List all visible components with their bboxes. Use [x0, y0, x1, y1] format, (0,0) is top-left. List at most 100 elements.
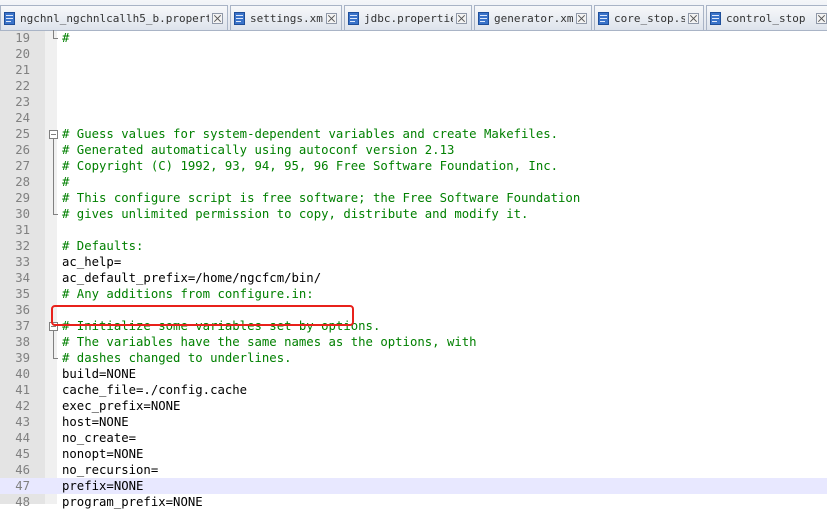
code-line[interactable]: 20: [0, 46, 827, 62]
tab-file-3[interactable]: generator.xml: [474, 5, 592, 30]
code-line[interactable]: 42 exec_prefix=NONE: [0, 398, 827, 414]
code-line[interactable]: 46 no_recursion=: [0, 462, 827, 478]
fold-line-icon: [47, 350, 58, 366]
file-icon: [348, 11, 359, 25]
line-number: 45: [15, 447, 30, 461]
line-number: 46: [15, 463, 30, 477]
code-text[interactable]: # gives unlimited permission to copy, di…: [62, 206, 528, 222]
code-text[interactable]: build=NONE: [62, 366, 136, 382]
code-line[interactable]: 40 build=NONE: [0, 366, 827, 382]
code-text[interactable]: # Generated automatically using autoconf…: [62, 142, 454, 158]
code-line[interactable]: 30 # gives unlimited permission to copy, …: [0, 206, 827, 222]
tab-file-4[interactable]: core_stop.sh: [594, 5, 704, 30]
code-text[interactable]: # Defaults:: [62, 238, 143, 254]
line-number: 42: [15, 399, 30, 413]
fold-line-icon: [47, 190, 58, 206]
code-line[interactable]: 22: [0, 78, 827, 94]
code-line[interactable]: 23: [0, 94, 827, 110]
code-line[interactable]: 43 host=NONE: [0, 414, 827, 430]
code-line[interactable]: 26 # Generated automatically using autoco…: [0, 142, 827, 158]
code-text[interactable]: ac_default_prefix=/home/ngcfcm/bin/: [62, 270, 321, 286]
line-number: 36: [15, 303, 30, 317]
code-editor[interactable]: 19 #20 21 22 23 24 25 # Guess values for system…: [0, 30, 827, 509]
line-number: 47: [15, 479, 30, 493]
tab-label: control_stop .sh: [726, 11, 813, 25]
code-line[interactable]: 25 # Guess values for system-dependent va…: [0, 126, 827, 142]
code-line[interactable]: 35 # Any additions from configure.in:: [0, 286, 827, 302]
code-text[interactable]: #: [62, 30, 69, 46]
code-text[interactable]: #: [62, 174, 69, 190]
tab-file-2[interactable]: jdbc.properties: [344, 5, 472, 30]
code-line[interactable]: 34 ac_default_prefix=/home/ngcfcm/bin/: [0, 270, 827, 286]
code-line[interactable]: 48 program_prefix=NONE: [0, 494, 827, 510]
close-icon[interactable]: [326, 12, 337, 24]
line-number: 32: [15, 239, 30, 253]
code-text[interactable]: prefix=NONE: [62, 478, 143, 494]
code-text[interactable]: host=NONE: [62, 414, 129, 430]
tab-file-0[interactable]: ngchnl_ngchnlcallh5_b.properties: [0, 5, 228, 30]
fold-line-icon: [47, 142, 58, 158]
code-line[interactable]: 27 # Copyright (C) 1992, 93, 94, 95, 96 F…: [0, 158, 827, 174]
code-text[interactable]: cache_file=./config.cache: [62, 382, 247, 398]
line-number: 33: [15, 255, 30, 269]
fold-line-icon: [47, 30, 58, 46]
fold-line-icon: [47, 206, 58, 222]
code-text[interactable]: no_create=: [62, 430, 136, 446]
fold-toggle-icon[interactable]: [47, 126, 58, 142]
close-icon[interactable]: [576, 12, 587, 24]
code-line[interactable]: 19 #: [0, 30, 827, 46]
tab-label: core_stop.sh: [614, 11, 685, 25]
code-text[interactable]: program_prefix=NONE: [62, 494, 203, 510]
code-text[interactable]: # Any additions from configure.in:: [62, 286, 314, 302]
code-line[interactable]: 24: [0, 110, 827, 126]
code-line[interactable]: 45 nonopt=NONE: [0, 446, 827, 462]
close-icon[interactable]: [816, 12, 827, 24]
line-number: 21: [15, 63, 30, 77]
tab-file-5[interactable]: control_stop .sh: [706, 5, 827, 30]
fold-line-icon: [47, 174, 58, 190]
tab-label: ngchnl_ngchnlcallh5_b.properties: [20, 11, 209, 25]
code-text[interactable]: # The variables have the same names as t…: [62, 334, 477, 350]
close-icon[interactable]: [688, 12, 699, 24]
code-line[interactable]: 39 # dashes changed to underlines.: [0, 350, 827, 366]
file-icon: [478, 11, 489, 25]
code-text[interactable]: # dashes changed to underlines.: [62, 350, 292, 366]
code-line[interactable]: 47 prefix=NONE: [0, 478, 827, 494]
code-text[interactable]: # This configure script is free software…: [62, 190, 580, 206]
code-text[interactable]: nonopt=NONE: [62, 446, 143, 462]
line-number: 20: [15, 47, 30, 61]
fold-line-icon: [47, 334, 58, 350]
line-number: 43: [15, 415, 30, 429]
code-text[interactable]: ac_help=: [62, 254, 121, 270]
line-number: 41: [15, 383, 30, 397]
code-line[interactable]: 41 cache_file=./config.cache: [0, 382, 827, 398]
code-text[interactable]: exec_prefix=NONE: [62, 398, 180, 414]
code-line[interactable]: 28 #: [0, 174, 827, 190]
code-text[interactable]: # Copyright (C) 1992, 93, 94, 95, 96 Fre…: [62, 158, 558, 174]
tab-label: jdbc.properties: [364, 11, 453, 25]
close-icon[interactable]: [212, 12, 223, 24]
code-line[interactable]: 32 # Defaults:: [0, 238, 827, 254]
line-number: 22: [15, 79, 30, 93]
line-number: 35: [15, 287, 30, 301]
file-icon: [710, 11, 721, 25]
tab-bar: ngchnl_ngchnlcallh5_b.properties settings…: [0, 0, 827, 31]
code-lines[interactable]: 19 #20 21 22 23 24 25 # Guess values for system…: [0, 30, 827, 510]
line-number: 37: [15, 319, 30, 333]
code-text[interactable]: no_recursion=: [62, 462, 158, 478]
tab-file-1[interactable]: settings.xml: [230, 5, 342, 30]
code-line[interactable]: 33 ac_help=: [0, 254, 827, 270]
code-text[interactable]: # Guess values for system-dependent vari…: [62, 126, 558, 142]
line-number: 30: [15, 207, 30, 221]
code-line[interactable]: 44 no_create=: [0, 430, 827, 446]
line-number: 31: [15, 223, 30, 237]
code-line[interactable]: 21: [0, 62, 827, 78]
code-line[interactable]: 29 # This configure script is free softwa…: [0, 190, 827, 206]
tab-label: settings.xml: [250, 11, 323, 25]
code-line[interactable]: 38 # The variables have the same names as…: [0, 334, 827, 350]
line-number: 44: [15, 431, 30, 445]
line-number: 25: [15, 127, 30, 141]
line-number: 48: [15, 495, 30, 509]
code-line[interactable]: 31: [0, 222, 827, 238]
close-icon[interactable]: [456, 12, 467, 24]
